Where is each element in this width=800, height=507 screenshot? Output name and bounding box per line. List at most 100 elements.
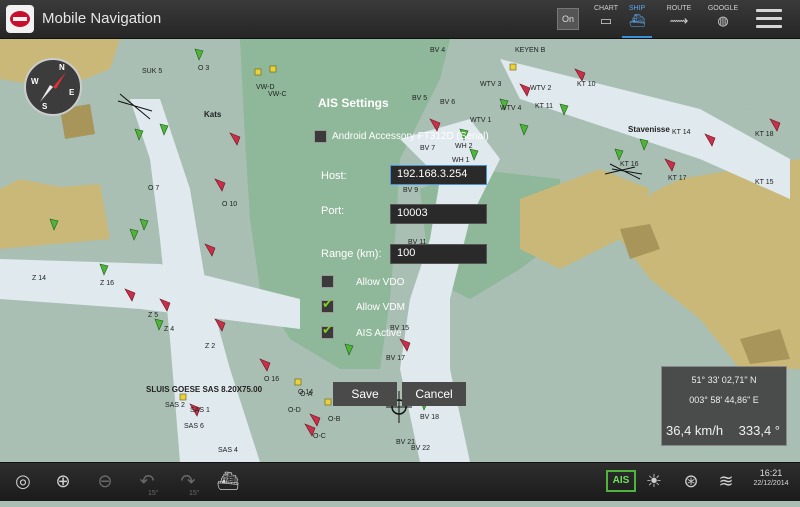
map-label: O-C [313, 433, 326, 440]
host-label: Host: [321, 170, 347, 182]
map-label: Stavenisse [628, 125, 670, 134]
map-label: SUK 5 [142, 68, 163, 75]
rotate-left-icon[interactable]: ↶ 15° [134, 469, 160, 497]
android-accessory-label: Android Accessory FT312D (Serial) [332, 131, 489, 142]
allow-vdm-label: Allow VDM [356, 302, 405, 313]
brightness-icon[interactable]: ☀ [641, 469, 667, 495]
map-label: KT 14 [672, 129, 691, 136]
compass-north: N [59, 63, 65, 72]
on-toggle-button[interactable]: On [557, 8, 579, 30]
ship-icon: ⛴ [628, 13, 646, 28]
latitude-readout: 51° 33' 02,71" N [691, 375, 757, 385]
map-label: BV 4 [430, 47, 446, 54]
gps-icon[interactable]: ⊛ [678, 469, 704, 495]
map-label: SAS 4 [218, 447, 238, 454]
menu-icon[interactable] [756, 9, 782, 29]
range-input[interactable]: 100 [390, 244, 487, 264]
map-label: KT 15 [755, 179, 774, 186]
map-label: O 3 [198, 65, 210, 72]
map-label: VW-D [256, 84, 275, 91]
allow-vdo-checkbox[interactable] [321, 275, 334, 288]
range-label: Range (km): [321, 248, 382, 260]
allow-vdo-label: Allow VDO [356, 277, 405, 288]
rotate-right-degrees: 15° [189, 490, 200, 497]
map-label: SAS 6 [184, 423, 204, 430]
mode-chart-button[interactable]: CHART ▭ [589, 5, 623, 35]
save-button[interactable]: Save [333, 382, 397, 406]
mode-google-button[interactable]: GOOGLE ◍ [706, 5, 740, 35]
globe-icon: ◍ [717, 13, 729, 28]
allow-vdm-checkbox[interactable] [321, 297, 334, 313]
map-label: O 7 [148, 185, 160, 192]
map-label: Z 5 [148, 312, 159, 319]
map-label: BV 9 [403, 187, 419, 194]
clock: 16:21 22/12/2014 [748, 468, 794, 487]
app-logo-icon[interactable] [6, 5, 34, 33]
map-label: WTV 2 [530, 85, 552, 92]
map-label: KT 16 [620, 161, 639, 168]
clock-date: 22/12/2014 [753, 480, 789, 487]
compass-needle-icon [40, 72, 66, 102]
map-label: SAS 2 [165, 402, 185, 409]
map-label: VW-C [268, 91, 287, 98]
longitude-readout: 003° 58' 44,86" E [689, 395, 759, 405]
map-label: BV 5 [412, 95, 428, 102]
map-label: WH 1 [452, 157, 470, 164]
map-label: BV 18 [420, 414, 440, 421]
mode-route-label: ROUTE [666, 5, 692, 12]
mode-chart-label: CHART [594, 5, 618, 12]
zoom-in-icon[interactable]: ⊕ [50, 469, 76, 495]
port-label: Port: [321, 205, 345, 217]
host-input[interactable]: 192.168.3.254 [390, 165, 487, 185]
compass-icon[interactable]: N S E W [24, 58, 82, 116]
map-label: BV 17 [386, 355, 406, 362]
wifi-icon: ≋ [718, 471, 734, 492]
map-label: BV 6 [440, 99, 456, 106]
map-label: WTV 3 [480, 81, 502, 88]
position-panel: 51° 33' 02,71" N 003° 58' 44,86" E 36,4 … [661, 366, 787, 446]
map-label: BV 22 [411, 445, 431, 452]
map-label: KEYEN B [515, 47, 546, 54]
map-label: WTV 1 [470, 117, 492, 124]
heading-readout: 333,4 ° [738, 423, 780, 438]
compass-east: E [69, 88, 75, 97]
map-label: BV 7 [420, 145, 436, 152]
map-label: KT 17 [668, 175, 687, 182]
mode-ship-button[interactable]: SHIP ⛴ [620, 5, 654, 38]
android-accessory-checkbox[interactable] [314, 130, 327, 143]
zoom-out-icon[interactable]: ⊖ [92, 469, 118, 495]
speed-readout: 36,4 km/h [666, 423, 724, 438]
top-bar: Mobile Navigation On CHART ▭ SHIP ⛴ ROUT… [0, 0, 800, 39]
map-label: O-B [328, 416, 341, 423]
map-label: SLUIS GOESE SAS 8.20X75.00 [146, 385, 263, 394]
compass-west: W [31, 77, 39, 86]
target-icon[interactable]: ◎ [10, 469, 36, 495]
ais-active-label: AIS Active [356, 328, 402, 339]
ais-settings-title: AIS Settings [318, 96, 389, 110]
map-label: KT 18 [755, 131, 774, 138]
map-label: KT 11 [535, 103, 554, 110]
map-label: O 10 [222, 201, 238, 208]
ais-status-button[interactable]: AIS [606, 470, 636, 492]
map-label: Z 16 [100, 280, 115, 287]
ais-active-checkbox[interactable] [321, 323, 334, 339]
ship-track-icon[interactable]: ⛴ [215, 469, 241, 495]
chart-icon: ▭ [599, 13, 613, 28]
map-label: Z 2 [205, 343, 216, 350]
bottom-toolbar: ◎ ⊕ ⊖ ↶ 15° ↷ 15° ⛴ ☀ ⊛ ≋ [0, 462, 800, 501]
app-title: Mobile Navigation [42, 10, 162, 27]
mode-route-button[interactable]: ROUTE ⟿ [662, 5, 696, 35]
map-label: O 16 [264, 376, 280, 383]
map-label: WH 2 [455, 143, 473, 150]
map-label: Kats [204, 110, 222, 119]
cancel-button[interactable]: Cancel [402, 382, 466, 406]
map-label: WTV 4 [500, 105, 522, 112]
mode-google-label: GOOGLE [707, 5, 739, 12]
rotate-right-icon[interactable]: ↷ 15° [175, 469, 201, 497]
mode-ship-label: SHIP [628, 5, 646, 12]
compass-south: S [42, 102, 48, 111]
rotate-left-degrees: 15° [148, 490, 159, 497]
clock-time: 16:21 [759, 468, 783, 478]
map-label: O-D [288, 407, 301, 414]
port-input[interactable]: 10003 [390, 204, 487, 224]
